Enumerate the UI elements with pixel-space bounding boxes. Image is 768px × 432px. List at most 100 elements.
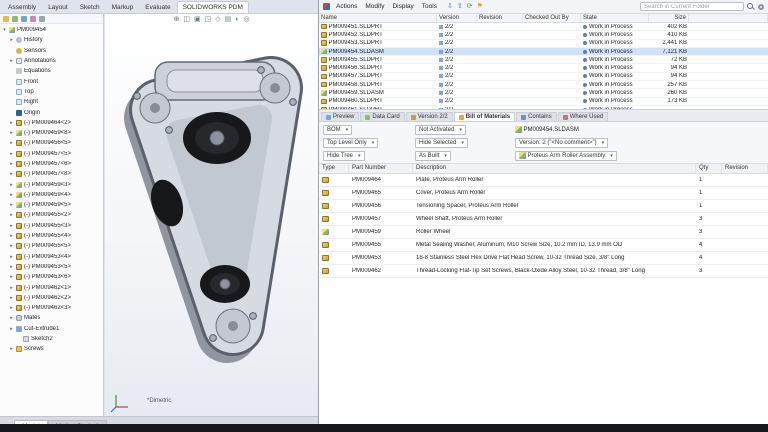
tree-item[interactable]: ▸ (-) PM009453<5> — [0, 262, 103, 272]
menu-item[interactable]: Modify — [362, 2, 387, 11]
expand-caret-icon[interactable]: ▸ — [9, 223, 14, 229]
PM009454.SLDASM[interactable]: PM009454.SLDASM 2/2 Work in Process 7,12… — [319, 48, 768, 56]
tree-item[interactable]: ▸ (-) PM009457<5> — [0, 149, 103, 159]
tree-item[interactable]: ▸ (-) PM009456<5> — [0, 138, 103, 148]
expand-caret-icon[interactable]: ▸ — [9, 264, 14, 270]
expand-caret-icon[interactable]: ▾ — [2, 27, 7, 33]
search-icon[interactable] — [747, 3, 755, 11]
dimxpertmanager-tab-icon[interactable] — [30, 16, 36, 22]
expand-caret-icon[interactable]: ▸ — [9, 130, 14, 136]
tree-item[interactable]: ▸ (-) PM009459<4> — [0, 190, 103, 200]
expand-caret-icon[interactable]: ▸ — [9, 326, 14, 332]
PM009457.SLDPRT[interactable]: PM009457.SLDPRT 2/2 Work in Process 94 K… — [319, 73, 768, 81]
top-level-only-dropdown[interactable]: Top Level Only▾ — [323, 138, 378, 148]
tree-item[interactable]: ▸ (-) PM009455<5> — [0, 241, 103, 251]
tree-item[interactable]: ▸ (-) PM009464<2> — [0, 118, 103, 128]
tree-item[interactable]: Sketch2 — [0, 334, 103, 344]
column-header-description[interactable]: Description — [413, 164, 696, 173]
expand-caret-icon[interactable]: ▸ — [9, 243, 14, 249]
bom-row[interactable]: PM009465 Cover, Proteus Arm Roller 1 — [319, 187, 768, 200]
displaymanager-tab-icon[interactable] — [39, 16, 45, 22]
tab-preview[interactable]: Preview — [321, 112, 359, 121]
tab-bill-of-materials[interactable]: Bill of Materials — [454, 112, 515, 121]
column-header-revision[interactable]: Revision — [477, 14, 523, 22]
expand-caret-icon[interactable]: ▸ — [9, 212, 14, 218]
expand-caret-icon[interactable]: ▸ — [9, 305, 14, 311]
expand-caret-icon[interactable]: ▸ — [9, 315, 14, 321]
edit-appearance-icon[interactable]: ◐ — [235, 15, 239, 25]
command-tab[interactable]: Evaluate — [139, 1, 176, 13]
column-header-qty[interactable]: Qty — [696, 164, 722, 173]
expand-caret-icon[interactable]: ▸ — [9, 254, 14, 260]
column-header-revision[interactable]: Revision — [722, 164, 768, 173]
bom-row[interactable]: PM009464 Plate, Proteus Arm Roller 1 — [319, 174, 768, 187]
expand-caret-icon[interactable]: ▸ — [9, 140, 14, 146]
bom-dropdown[interactable]: BOM▾ — [323, 125, 352, 135]
PM009459.SLDASM[interactable]: PM009459.SLDASM 2/2 Work in Process 260 … — [319, 89, 768, 97]
column-header-state[interactable]: State — [581, 14, 649, 22]
change-state-icon[interactable]: ⚑ — [477, 2, 483, 12]
tree-item[interactable]: ▸ (-) PM009453<4> — [0, 252, 103, 262]
tree-item[interactable]: ▸ History — [0, 35, 103, 45]
column-header-part-number[interactable]: Part Number — [349, 164, 413, 173]
column-header-checked-out-by[interactable]: Checked Out By — [523, 14, 581, 22]
tree-item[interactable]: ▾ PM009454 — [0, 25, 103, 35]
tree-item[interactable]: ▸ Annotations — [0, 56, 103, 66]
assembly-dropdown[interactable]: Proteus Arm Roller Assembly▾ — [515, 151, 617, 161]
expand-caret-icon[interactable]: ▸ — [9, 58, 14, 64]
tree-item[interactable]: ▸ (-) PM009462<1> — [0, 282, 103, 292]
tree-item[interactable]: Equations — [0, 66, 103, 76]
command-tab[interactable]: Layout — [42, 1, 74, 13]
tree-item[interactable]: Origin — [0, 107, 103, 117]
expand-caret-icon[interactable]: ▸ — [9, 233, 14, 239]
command-tab[interactable]: Assembly — [2, 1, 42, 13]
tab-data-card[interactable]: Data Card — [360, 112, 404, 121]
expand-caret-icon[interactable]: ▸ — [9, 202, 14, 208]
column-header-size[interactable]: Size — [649, 14, 689, 22]
tab-where-used[interactable]: Where Used — [558, 112, 608, 121]
display-style-icon[interactable]: ◇ — [215, 15, 220, 25]
version-dropdown[interactable]: Version: 2 ("<No comment>")▾ — [515, 138, 608, 148]
tree-item[interactable]: ▸ Cut-Extrude1 — [0, 324, 103, 334]
tree-item[interactable]: ▸ (-) PM009459<3> — [0, 179, 103, 189]
bom-row[interactable]: PM009453 18-8 Stainless Steel Hex Drive … — [319, 252, 768, 265]
column-header-type[interactable]: Type — [319, 164, 349, 173]
configurationmanager-tab-icon[interactable] — [21, 16, 27, 22]
tree-item[interactable]: ▸ (-) PM009455<4> — [0, 231, 103, 241]
expand-caret-icon[interactable]: ▸ — [9, 151, 14, 157]
tree-item[interactable]: Right — [0, 97, 103, 107]
assembly-model[interactable] — [109, 38, 314, 378]
search-input[interactable] — [640, 2, 744, 11]
expand-caret-icon[interactable]: ▸ — [9, 161, 14, 167]
expand-caret-icon[interactable]: ▸ — [9, 285, 14, 291]
bom-row[interactable]: PM009456 Tensioning Spacer, Proteus Arm … — [319, 200, 768, 213]
expand-caret-icon[interactable]: ▸ — [9, 295, 14, 301]
search-options-icon[interactable] — [758, 4, 764, 10]
bom-row[interactable]: PM009459 Roller Wheel 3 — [319, 226, 768, 239]
tree-item[interactable]: ▸ (-) PM009462<2> — [0, 293, 103, 303]
PM009458.SLDPRT[interactable]: PM009458.SLDPRT 2/2 Work in Process 257 … — [319, 81, 768, 89]
tab-contains[interactable]: Contains — [516, 112, 557, 121]
expand-caret-icon[interactable]: ▸ — [9, 274, 14, 280]
PM009451.SLDPRT[interactable]: PM009451.SLDPRT 2/2 Work in Process 402 … — [319, 23, 768, 31]
zoom-fit-icon[interactable]: ⊕ — [173, 15, 179, 25]
expand-caret-icon[interactable]: ▸ — [9, 192, 14, 198]
tree-item[interactable]: ▸ (-) PM009459<8> — [0, 128, 103, 138]
view-settings-icon[interactable]: ◎ — [243, 15, 249, 25]
menu-item[interactable]: Actions — [333, 2, 360, 11]
hide-tree-dropdown[interactable]: Hide Tree▾ — [323, 151, 365, 161]
tree-item[interactable]: ▸ (-) PM009455<2> — [0, 210, 103, 220]
column-header-version[interactable]: Version — [437, 14, 477, 22]
tab-version[interactable]: Version 2/2 — [406, 112, 453, 121]
tree-item[interactable]: ▸ (-) PM009453<6> — [0, 272, 103, 282]
check-in-icon[interactable]: ⇧ — [457, 2, 463, 12]
tree-item[interactable]: Front — [0, 76, 103, 86]
section-view-icon[interactable]: ▣ — [194, 15, 201, 25]
PM009453.SLDPRT[interactable]: PM009453.SLDPRT 2/2 Work in Process 2,44… — [319, 40, 768, 48]
PM009456.SLDPRT[interactable]: PM009456.SLDPRT 2/2 Work in Process 94 K… — [319, 64, 768, 72]
zoom-area-icon[interactable]: ◫ — [183, 15, 190, 25]
menu-item[interactable]: Tools — [419, 2, 440, 11]
menu-item[interactable]: Display — [389, 2, 416, 11]
PM009455.SLDPRT[interactable]: PM009455.SLDPRT 2/2 Work in Process 72 K… — [319, 56, 768, 64]
tree-item[interactable]: ▸ (-) PM009462<3> — [0, 303, 103, 313]
